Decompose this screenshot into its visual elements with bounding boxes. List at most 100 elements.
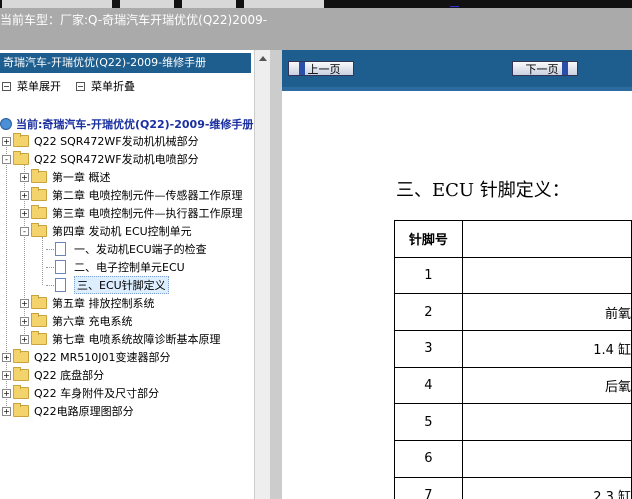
pin-number: 1 <box>394 256 463 295</box>
expand-toggle-icon[interactable]: + <box>20 190 29 200</box>
arrow-right-icon <box>561 62 568 75</box>
current-manual-link[interactable]: 当前:奇瑞汽车-开瑞优优(Q22)-2009-维修手册 <box>0 116 253 132</box>
top-tab-1[interactable] <box>2 0 112 8</box>
collapse-icon <box>76 81 85 91</box>
pin-definition-table: 针脚号 1 2 前氧 3 1.4 缸 4 后氧 5 6 7 2.3 缸 <box>394 220 632 499</box>
folder-icon <box>13 349 29 363</box>
left-pane-scrollbar[interactable] <box>254 50 271 499</box>
tree-node-chapter-4[interactable]: - 第四章 发动机 ECU控制单元 <box>20 222 192 240</box>
top-tab-3[interactable] <box>182 0 236 8</box>
tree-connector <box>46 249 54 250</box>
expand-toggle-icon[interactable]: + <box>20 334 29 344</box>
top-window-strip: __ <box>0 0 632 8</box>
document-icon <box>55 260 66 274</box>
tree-leaf-ecu-pin-definition[interactable]: 三、ECU针脚定义 <box>55 276 169 294</box>
pin-number: 6 <box>394 440 463 478</box>
folder-open-icon <box>31 223 47 237</box>
top-tab-2[interactable] <box>120 0 174 8</box>
table-row: 5 <box>394 403 632 442</box>
selected-item-label: 三、ECU针脚定义 <box>74 276 169 294</box>
tree-node-transmission[interactable]: + Q22 MR510J01变速器部分 <box>2 348 171 366</box>
pin-number: 3 <box>394 330 463 368</box>
content-pane: 上一页 下一页 三、ECU 针脚定义： 针脚号 1 2 前氧 3 1.4 缸 4 后氧… <box>282 50 632 499</box>
table-header-row: 针脚号 <box>394 220 632 258</box>
collapse-menu-button[interactable]: 菜单折叠 <box>76 78 135 94</box>
tree-node-engine-mechanical[interactable]: + Q22 SQR472WF发动机机械部分 <box>2 132 199 150</box>
expand-icon <box>2 81 11 91</box>
pin-definition <box>461 440 632 478</box>
definition-header <box>461 220 632 258</box>
section-heading: 三、ECU 针脚定义： <box>396 180 570 201</box>
tree-node-chapter-2[interactable]: + 第二章 电喷控制元件—传感器工作原理 <box>20 186 243 204</box>
pin-definition: 1.4 缸 <box>461 330 632 368</box>
folder-icon <box>31 169 47 183</box>
pin-number: 7 <box>394 476 463 499</box>
expand-menu-button[interactable]: 菜单展开 <box>2 78 61 94</box>
pin-definition: 2.3 缸 <box>461 476 632 499</box>
top-tab-4[interactable] <box>244 0 324 8</box>
expand-toggle-icon[interactable]: + <box>20 172 29 182</box>
tree-node-engine-efi[interactable]: - Q22 SQR472WF发动机电喷部分 <box>2 150 199 168</box>
table-row: 7 2.3 缸 <box>394 476 632 499</box>
next-page-button[interactable]: 下一页 <box>512 61 578 76</box>
previous-page-button[interactable]: 上一页 <box>288 61 354 76</box>
expand-toggle-icon[interactable]: + <box>2 352 11 362</box>
tree-node-chapter-3[interactable]: + 第三章 电喷控制元件—执行器工作原理 <box>20 204 243 222</box>
tree-node-chapter-5[interactable]: + 第五章 排放控制系统 <box>20 294 155 312</box>
pin-number: 5 <box>394 403 463 442</box>
folder-icon <box>31 187 47 201</box>
folder-icon <box>13 367 29 381</box>
tree-node-chapter-7[interactable]: + 第七章 电喷系统故障诊断基本原理 <box>20 330 221 348</box>
table-row: 2 前氧 <box>394 293 632 332</box>
folder-open-icon <box>13 151 29 165</box>
pin-definition <box>461 403 632 442</box>
document-icon <box>55 278 66 292</box>
expand-toggle-icon[interactable]: + <box>2 406 11 416</box>
tree-node-circuit-diagrams[interactable]: + Q22电路原理图部分 <box>2 402 134 420</box>
arrow-left-icon <box>298 62 305 75</box>
current-vehicle-title: 当前车型：厂家:Q-奇瑞汽车开瑞优优(Q22)2009- <box>0 13 268 27</box>
top-link[interactable]: __ <box>450 0 459 8</box>
collapse-toggle-icon[interactable]: - <box>20 226 29 236</box>
pin-definition <box>461 256 632 295</box>
scroll-up-arrow-icon[interactable] <box>259 56 267 61</box>
vehicle-header: 当前车型：厂家:Q-奇瑞汽车开瑞优优(Q22)2009- <box>0 8 632 50</box>
tree-leaf-ecu-terminal-check[interactable]: 一、发动机ECU端子的检查 <box>55 240 207 258</box>
expand-toggle-icon[interactable]: + <box>20 208 29 218</box>
pane-divider[interactable] <box>270 50 282 499</box>
table-row: 6 <box>394 440 632 478</box>
tree-node-chapter-1[interactable]: + 第一章 概述 <box>20 168 111 186</box>
nav-underline <box>282 87 632 91</box>
left-navigation-pane: 奇瑞汽车-开瑞优优(Q22)-2009-维修手册 菜单展开 菜单折叠 当前:奇瑞… <box>0 50 254 499</box>
tree-leaf-ecu-unit[interactable]: 二、电子控制单元ECU <box>55 258 185 276</box>
folder-icon <box>31 205 47 219</box>
collapse-toggle-icon[interactable]: - <box>2 154 11 164</box>
expand-toggle-icon[interactable]: + <box>2 370 11 380</box>
page-navigation-bar: 上一页 下一页 <box>282 50 632 87</box>
table-row: 1 <box>394 256 632 295</box>
folder-icon <box>13 403 29 417</box>
pin-number: 2 <box>394 293 463 332</box>
tree-node-body-accessories[interactable]: + Q22 车身附件及尺寸部分 <box>2 384 159 402</box>
tree-node-chapter-6[interactable]: + 第六章 充电系统 <box>20 312 133 330</box>
globe-icon <box>0 118 12 130</box>
expand-toggle-icon[interactable]: + <box>20 298 29 308</box>
tree-connector <box>42 237 43 285</box>
tree-connector <box>46 285 54 286</box>
folder-icon <box>31 331 47 345</box>
pin-number-header: 针脚号 <box>394 220 463 258</box>
expand-toggle-icon[interactable]: + <box>2 388 11 398</box>
manual-title-bar: 奇瑞汽车-开瑞优优(Q22)-2009-维修手册 <box>0 53 251 73</box>
table-row: 3 1.4 缸 <box>394 330 632 368</box>
folder-icon <box>31 313 47 327</box>
expand-toggle-icon[interactable]: + <box>2 136 11 146</box>
tree-connector <box>46 267 54 268</box>
pin-definition: 前氧 <box>461 293 632 332</box>
tree-node-chassis[interactable]: + Q22 底盘部分 <box>2 366 104 384</box>
folder-icon <box>13 133 29 147</box>
table-row: 4 后氧 <box>394 366 632 405</box>
pin-number: 4 <box>394 366 463 405</box>
folder-icon <box>13 385 29 399</box>
expand-toggle-icon[interactable]: + <box>20 316 29 326</box>
pin-definition: 后氧 <box>461 366 632 405</box>
